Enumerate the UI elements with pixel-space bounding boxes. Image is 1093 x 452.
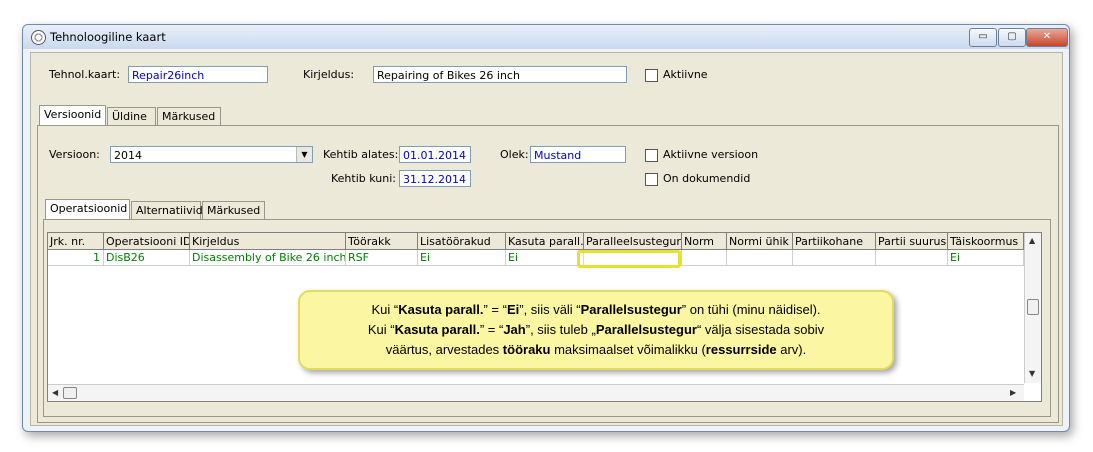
- table-cell[interactable]: RSF: [346, 250, 418, 266]
- col-header-jrk[interactable]: Jrk. nr.: [48, 233, 104, 250]
- scroll-right-icon[interactable]: ▶: [1010, 388, 1016, 397]
- tab-uldine[interactable]: Üldine: [107, 107, 156, 125]
- aktiivne-checkbox[interactable]: [645, 69, 658, 82]
- col-header-kasuta-parall[interactable]: Kasuta parall.: [506, 233, 584, 250]
- versioon-label: Versioon:: [49, 148, 100, 161]
- olek-field[interactable]: Mustand: [530, 146, 626, 163]
- callout-line-3: väärtus, arvestades tööraku maksimaalset…: [385, 342, 807, 357]
- kirjeldus-label: Kirjeldus:: [303, 68, 355, 81]
- col-header-normi-uhik[interactable]: Normi ühik: [727, 233, 793, 250]
- col-header-partii-suurus[interactable]: Partii suurus: [876, 233, 948, 250]
- table-cell[interactable]: Ei: [506, 250, 584, 266]
- col-header-norm[interactable]: Norm: [682, 233, 727, 250]
- table-cell[interactable]: DisB26: [104, 250, 190, 266]
- col-header-toorakk[interactable]: Töörakk: [346, 233, 418, 250]
- table-cell[interactable]: Disassembly of Bike 26 inch: [190, 250, 346, 266]
- horizontal-scrollbar[interactable]: ◀ ▶: [48, 384, 1024, 401]
- scroll-left-icon[interactable]: ◀: [52, 388, 58, 397]
- kehtib-alates-field[interactable]: 01.01.2014: [399, 146, 471, 163]
- table-cell[interactable]: [876, 250, 948, 266]
- on-dokumendid-label: On dokumendid: [663, 172, 751, 185]
- title-bar[interactable]: Tehnoloogiline kaart ▭ ▢ ✕: [23, 25, 1069, 49]
- olek-label: Olek:: [500, 148, 529, 161]
- tab-alternatiivid[interactable]: Alternatiivid: [131, 201, 203, 219]
- vertical-scroll-thumb[interactable]: [1027, 299, 1039, 315]
- col-header-partiikohane[interactable]: Partiikohane: [793, 233, 876, 250]
- versioon-combo[interactable]: 2014 ▼: [110, 146, 313, 163]
- kehtib-kuni-label: Kehtib kuni:: [331, 172, 396, 185]
- col-header-taiskoormus[interactable]: Täiskoormus: [948, 233, 1024, 250]
- on-dokumendid-checkbox[interactable]: [645, 173, 658, 186]
- kirjeldus-field[interactable]: Repairing of Bikes 26 inch: [373, 66, 627, 83]
- kehtib-kuni-field[interactable]: 31.12.2014: [399, 170, 471, 187]
- vertical-scrollbar[interactable]: ▲ ▼: [1024, 233, 1041, 383]
- tab-markused-inner[interactable]: Märkused: [202, 201, 265, 219]
- col-header-operatsiooni-id[interactable]: Operatsiooni ID: [104, 233, 190, 250]
- tab-markused-top[interactable]: Märkused: [157, 107, 221, 125]
- chevron-down-icon[interactable]: ▼: [296, 147, 312, 162]
- tab-versioonid[interactable]: Versioonid: [39, 105, 106, 125]
- col-header-paralleelsustegur[interactable]: Paralleelsustegur: [584, 233, 682, 250]
- table-cell[interactable]: Ei: [418, 250, 506, 266]
- callout-line-1: Kui “Kasuta parall.” = “Ei”, siis väli “…: [371, 302, 821, 317]
- minimize-button[interactable]: ▭: [969, 28, 997, 47]
- window-title: Tehnoloogiline kaart: [50, 30, 166, 44]
- versioon-value: 2014: [114, 149, 142, 162]
- annotation-callout: Kui “Kasuta parall.” = “Ei”, siis väli “…: [298, 290, 894, 370]
- scroll-down-icon[interactable]: ▼: [1029, 369, 1035, 378]
- tab-operatsioonid[interactable]: Operatsioonid: [45, 199, 130, 219]
- scroll-up-icon[interactable]: ▲: [1029, 236, 1035, 245]
- col-header-lisatoorakud[interactable]: Lisatöörakud: [418, 233, 506, 250]
- app-icon: [31, 30, 46, 45]
- aktiivne-versioon-checkbox[interactable]: [645, 149, 658, 162]
- maximize-button[interactable]: ▢: [998, 28, 1026, 47]
- horizontal-scroll-thumb[interactable]: [63, 387, 77, 399]
- table-cell[interactable]: 1: [48, 250, 104, 266]
- col-header-kirjeldus[interactable]: Kirjeldus: [190, 233, 346, 250]
- kehtib-alates-label: Kehtib alates:: [323, 148, 399, 161]
- tehnol-label: Tehnol.kaart:: [49, 68, 121, 81]
- table-cell[interactable]: Ei: [948, 250, 1024, 266]
- highlight-box: [577, 250, 681, 268]
- close-button[interactable]: ✕: [1026, 28, 1068, 47]
- table-cell[interactable]: [682, 250, 727, 266]
- table-cell[interactable]: [727, 250, 793, 266]
- tehnol-field[interactable]: Repair26inch: [128, 66, 268, 83]
- callout-line-2: Kui “Kasuta parall.” = “Jah”, siis tuleb…: [367, 322, 825, 337]
- aktiivne-label: Aktiivne: [663, 68, 708, 81]
- table-cell[interactable]: [793, 250, 876, 266]
- aktiivne-versioon-label: Aktiivne versioon: [663, 148, 759, 161]
